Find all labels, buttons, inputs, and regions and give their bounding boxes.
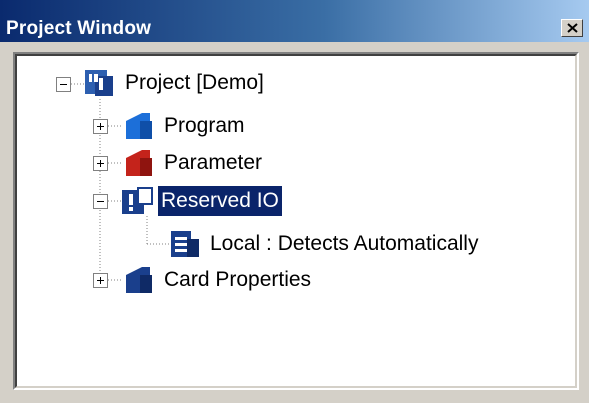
reserved-io-icon	[122, 187, 153, 214]
project-tree[interactable]: Project [Demo] Program Parameter Reserve…	[15, 54, 577, 388]
project-window: Project Window Project [Demo] Program Pa…	[0, 0, 589, 403]
title-bar[interactable]: Project Window	[0, 0, 589, 42]
tree-connector-lines	[71, 83, 169, 281]
tree-node-label: Project [Demo]	[125, 71, 264, 94]
tree-node-reserved-io[interactable]: Reserved IO	[17, 186, 577, 220]
plus-icon	[97, 160, 104, 167]
tree-node-label: Card Properties	[164, 268, 312, 291]
tree-node-local-io[interactable]: Local : Detects Automatically	[17, 229, 577, 263]
card-properties-icon	[126, 267, 152, 293]
window-title: Project Window	[6, 18, 152, 39]
program-icon	[126, 113, 152, 139]
expand-toggle[interactable]	[93, 156, 108, 171]
plus-icon	[97, 123, 104, 130]
tree-node-parameter[interactable]: Parameter	[17, 148, 577, 182]
tree-node-program[interactable]: Program	[17, 111, 577, 145]
project-icon	[85, 70, 113, 96]
close-icon	[567, 23, 578, 33]
tree-node-card-properties[interactable]: Card Properties	[17, 265, 577, 299]
tree-node-label: Parameter	[164, 151, 263, 174]
collapse-toggle[interactable]	[56, 77, 71, 92]
minus-icon	[97, 201, 104, 202]
expand-toggle[interactable]	[93, 119, 108, 134]
tree-node-label: Local : Detects Automatically	[210, 232, 479, 255]
local-io-icon	[171, 231, 199, 257]
minus-icon	[60, 84, 67, 85]
collapse-toggle[interactable]	[93, 194, 108, 209]
parameter-icon	[126, 150, 152, 176]
close-button[interactable]	[561, 19, 583, 37]
tree-node-project[interactable]: Project [Demo]	[17, 68, 577, 102]
tree-node-label: Program	[164, 114, 245, 137]
plus-icon	[97, 277, 104, 284]
tree-node-label-selected: Reserved IO	[158, 186, 282, 216]
expand-toggle[interactable]	[93, 273, 108, 288]
tree-frame: Project [Demo] Program Parameter Reserve…	[13, 52, 579, 390]
